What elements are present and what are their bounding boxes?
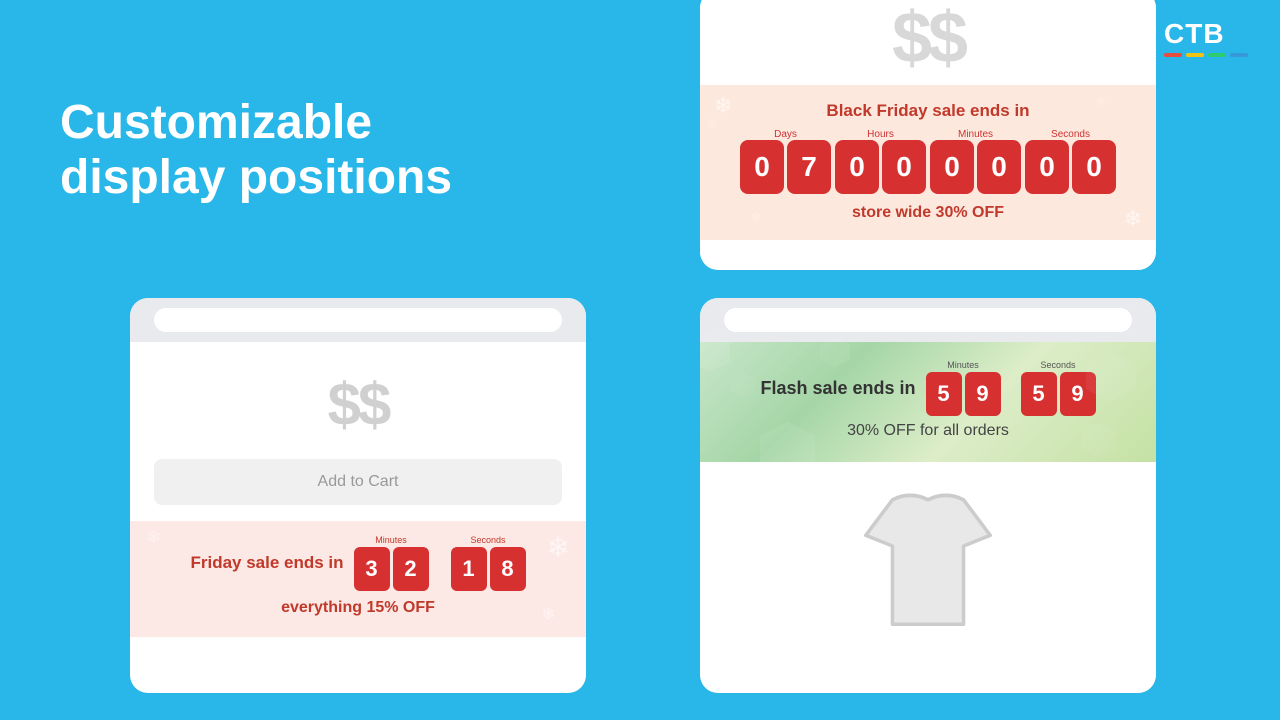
friday-sec-1: 8 [490,547,526,591]
friday-sec-label: Seconds [471,535,506,545]
logo-underline [1164,53,1248,57]
hour-digit-0: 0 [835,140,879,194]
sec-digit-1-top: 0 [1072,140,1116,194]
headline: Customizable display positions [60,95,452,205]
logo-text: CTB [1164,18,1225,49]
url-bar-left [154,308,562,332]
card-bottom-left: $$ Add to Cart ❄ ❄ ❄ Friday sale ends in… [130,298,586,693]
minutes-label-top: Minutes [958,129,993,140]
ctb-logo: CTB [1164,18,1248,57]
friday-min-group: Minutes 3 2 [354,535,429,591]
flash-min-label: Minutes [947,360,979,370]
url-bar-right [724,308,1132,332]
friday-subtitle: everything 15% OFF [150,599,566,617]
friday-min-digits: 3 2 [354,547,429,591]
flash-sale-text: Flash sale ends in [760,378,915,399]
flash-sec-digits: 5 9 [1021,372,1096,416]
seconds-digits-top: 0 0 [1025,140,1116,194]
headline-line2: display positions [60,150,452,205]
flash-sec-0: 5 [1021,372,1057,416]
day-digit-1: 7 [787,140,831,194]
tshirt-icon [838,482,1018,642]
tshirt-area [700,462,1156,662]
sec-digit-0-top: 0 [1025,140,1069,194]
minutes-digits-top: 0 0 [930,140,1021,194]
flash-sec-label: Seconds [1041,360,1076,370]
black-friday-banner: ❄ ❄ ❄ ❄ ❄ Black Friday sale ends in Days… [700,85,1156,240]
black-friday-title: Black Friday sale ends in [720,101,1136,121]
card-top-right: $$ ❄ ❄ ❄ ❄ ❄ Black Friday sale ends in D… [700,0,1156,270]
flash-min-1: 9 [965,372,1001,416]
flash-min-0: 5 [926,372,962,416]
dollar-sign-top: $$ [892,0,964,79]
flash-sale-row: Flash sale ends in Minutes 5 9 Seconds 5… [724,360,1132,416]
seconds-label-top: Seconds [1051,129,1090,140]
bar-yellow [1186,53,1204,57]
day-digit-0: 0 [740,140,784,194]
seconds-group-top: Seconds 0 0 [1025,129,1116,194]
headline-line1: Customizable [60,95,452,150]
hours-digits: 0 0 [835,140,926,194]
black-friday-timer: Days 0 7 Hours 0 0 Minutes 0 [720,129,1136,194]
flash-min-group: Minutes 5 9 [926,360,1001,416]
bar-green [1208,53,1226,57]
browser-bar-left [130,298,586,342]
snowflake-bl-2: ❄ [541,604,556,625]
black-friday-subtitle: store wide 30% OFF [720,204,1136,222]
flash-subtitle: 30% OFF for all orders [724,422,1132,440]
friday-min-1: 2 [393,547,429,591]
flash-min-digits: 5 9 [926,372,1001,416]
friday-min-0: 3 [354,547,390,591]
snowflake-bl-1: ❄ [547,531,570,564]
flash-sec-1: 9 [1060,372,1096,416]
days-group: Days 0 7 [740,129,831,194]
friday-sale-title: Friday sale ends in [190,553,343,573]
dollar-sign-left: $$ [328,370,389,439]
friday-sale-banner: ❄ ❄ ❄ Friday sale ends in Minutes 3 2 Se… [130,521,586,637]
snowflake-bl-3: ❄ [146,527,161,548]
bar-blue [1230,53,1248,57]
price-area-top: $$ [700,0,1156,85]
price-area-left: $$ [130,342,586,459]
friday-timer-row: Friday sale ends in Minutes 3 2 Seconds … [150,535,566,591]
min-digit-1-top: 0 [977,140,1021,194]
friday-sec-digits: 1 8 [451,547,526,591]
days-label: Days [774,129,797,140]
friday-sec-group: Seconds 1 8 [451,535,526,591]
browser-bar-right [700,298,1156,342]
friday-min-label: Minutes [375,535,407,545]
bar-red [1164,53,1182,57]
hours-group: Hours 0 0 [835,129,926,194]
minutes-group-top: Minutes 0 0 [930,129,1021,194]
flash-sec-group: Seconds 5 9 [1021,360,1096,416]
hour-digit-1: 0 [882,140,926,194]
days-digits: 0 7 [740,140,831,194]
flash-sale-banner: Flash sale ends in Minutes 5 9 Seconds 5… [700,342,1156,462]
friday-sec-0: 1 [451,547,487,591]
card-bottom-right: Flash sale ends in Minutes 5 9 Seconds 5… [700,298,1156,693]
hours-label: Hours [867,129,894,140]
add-to-cart-button[interactable]: Add to Cart [154,459,562,505]
min-digit-0-top: 0 [930,140,974,194]
snowflake-2: ❄ [706,115,718,132]
